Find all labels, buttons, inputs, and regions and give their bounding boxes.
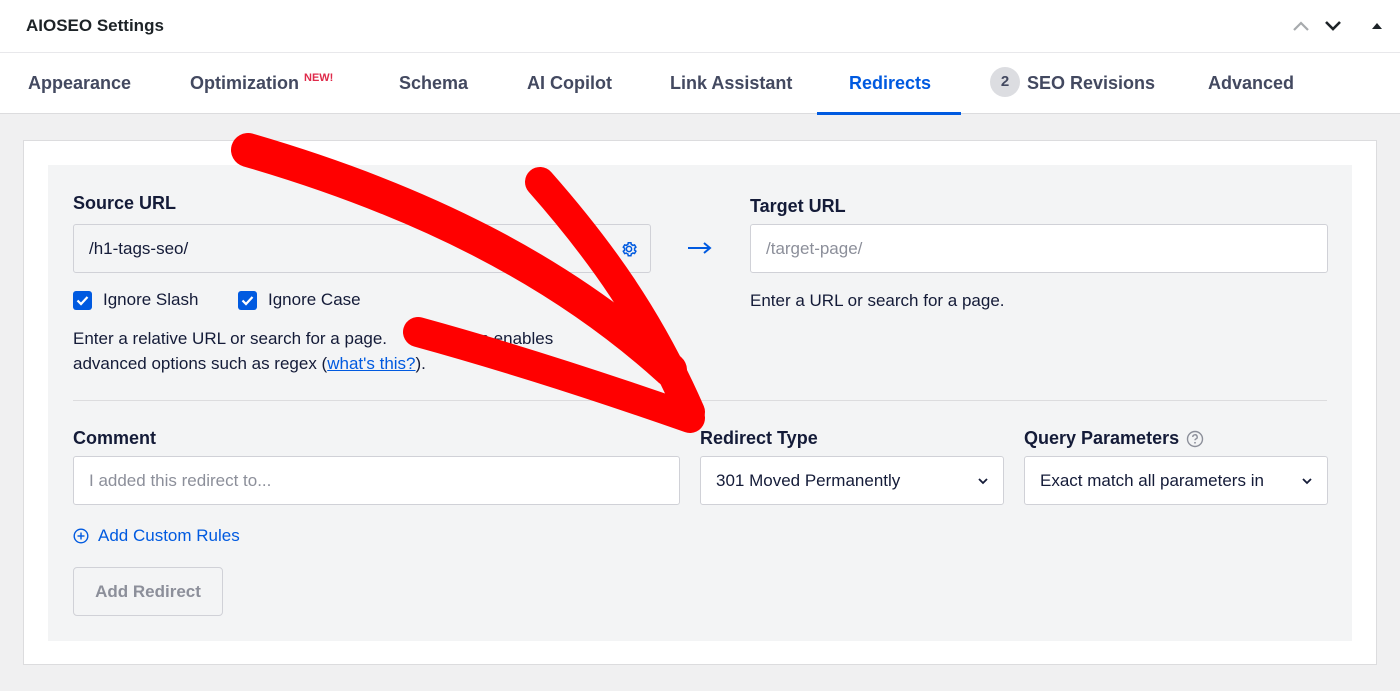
tab-label: SEO Revisions [1027,73,1156,93]
gear-icon[interactable] [620,240,638,258]
revisions-count-badge: 2 [990,67,1020,98]
ignore-slash-checkbox[interactable]: Ignore Slash [73,290,198,310]
query-params-value: Exact match all parameters in [1040,470,1264,490]
arrow-right-icon [688,242,712,254]
target-url-input[interactable]: /target-page/ [750,224,1328,273]
redirect-card: Source URL /h1-tags-seo/ Target URL /tar… [23,140,1377,665]
tab-advanced[interactable]: Advanced [1208,53,1294,114]
source-url-value: /h1-tags-seo/ [89,238,189,258]
ignore-slash-label: Ignore Slash [103,290,199,309]
tab-appearance[interactable]: Appearance [28,53,131,114]
ignore-case-label: Ignore Case [268,290,361,309]
tab-ai-copilot[interactable]: AI Copilot [527,53,612,114]
settings-tabs: Appearance Optimization NEW! Schema AI Co… [0,53,1400,115]
tab-seo-revisions[interactable]: 2 SEO Revisions [990,53,1155,114]
new-badge: NEW! [304,72,334,84]
comment-placeholder: I added this redirect to... [89,470,272,490]
tab-optimization[interactable]: Optimization NEW! [190,53,333,114]
add-redirect-form: Source URL /h1-tags-seo/ Target URL /tar… [48,165,1352,641]
divider [73,400,1327,401]
plus-circle-icon [73,528,89,544]
add-custom-rules-label: Add Custom Rules [98,526,240,545]
help-line-1-cont: icon enables [457,329,554,348]
move-down-button[interactable] [1322,14,1344,38]
tab-label: Schema [399,73,469,93]
question-circle-icon[interactable] [1186,430,1204,448]
checkbox-checked-icon [238,290,257,310]
tab-link-assistant[interactable]: Link Assistant [670,53,792,114]
redirect-type-label: Redirect Type [700,428,818,448]
panel-title: AIOSEO Settings [26,16,164,35]
source-url-input[interactable]: /h1-tags-seo/ [73,224,651,273]
chevron-up-icon [1293,21,1309,31]
add-redirect-button[interactable]: Add Redirect [73,567,223,616]
tab-schema[interactable]: Schema [399,53,468,114]
chevron-down-icon [1325,21,1341,31]
add-custom-rules-link[interactable]: Add Custom Rules [73,526,240,546]
chevron-down-icon [978,477,988,484]
whats-this-link[interactable]: what's this? [327,354,415,373]
redirect-type-value: 301 Moved Permanently [716,470,901,490]
tab-label: Optimization [190,73,299,93]
help-line-2-pre: advanced options such as regex ( [73,354,328,373]
tab-redirects[interactable]: Redirects [816,53,962,115]
query-params-select[interactable]: Exact match all parameters in [1024,456,1328,505]
help-line-2-post: ). [415,354,426,373]
target-url-placeholder: /target-page/ [766,238,863,258]
tab-label: Appearance [28,73,132,93]
checkbox-checked-icon [73,290,92,310]
redirect-type-select[interactable]: 301 Moved Permanently [700,456,1004,505]
comment-input[interactable]: I added this redirect to... [73,456,680,505]
tab-label: Link Assistant [670,73,793,93]
ignore-case-checkbox[interactable]: Ignore Case [238,290,361,310]
comment-label: Comment [73,428,157,448]
chevron-down-icon [1302,477,1312,484]
query-params-label: Query Parameters [1024,428,1180,448]
query-params-label-wrap: Query Parameters [1024,428,1204,449]
source-url-help: Enter a relative URL or search for a pag… [73,326,613,376]
target-url-label: Target URL [750,196,846,216]
triangle-up-icon [1372,23,1382,29]
toggle-panel-button[interactable] [1366,14,1388,38]
source-url-label: Source URL [73,193,177,213]
tab-label: Advanced [1208,73,1295,93]
target-url-help: Enter a URL or search for a page. [750,291,1005,310]
panel-header: AIOSEO Settings [0,0,1400,53]
move-up-button[interactable] [1290,14,1312,38]
help-line-1: Enter a relative URL or search for a pag… [73,329,388,348]
tab-label: AI Copilot [527,73,612,93]
tab-label: Redirects [849,73,932,93]
